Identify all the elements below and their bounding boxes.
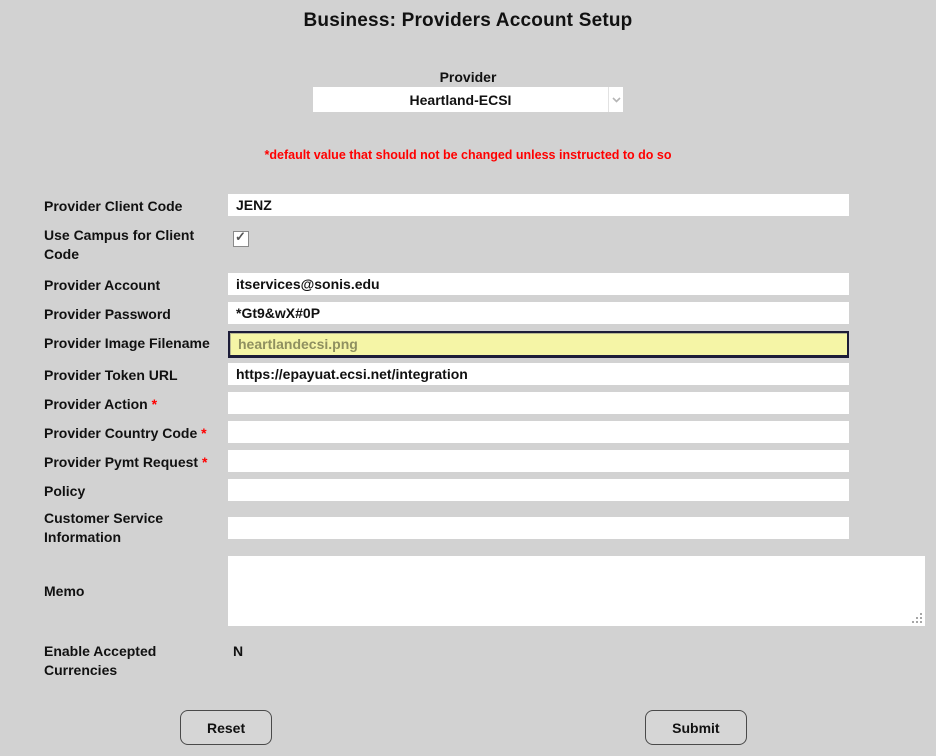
row-provider-client-code: Provider Client Code [44, 194, 936, 216]
required-asterisk: * [201, 425, 206, 441]
row-provider-country-code: Provider Country Code * [44, 421, 936, 443]
provider-select[interactable]: Heartland-ECSI [313, 87, 623, 112]
provider-image-filename-input[interactable] [228, 331, 849, 358]
row-provider-action: Provider Action * [44, 392, 936, 414]
memo-label: Memo [44, 582, 228, 601]
provider-pymt-request-label: Provider Pymt Request * [44, 450, 228, 472]
customer-service-input[interactable] [228, 517, 849, 539]
use-campus-label: Use Campus for Client Code [44, 223, 228, 269]
provider-pymt-request-input[interactable] [228, 450, 849, 472]
provider-action-input[interactable] [228, 392, 849, 414]
memo-field-wrap [228, 556, 925, 626]
policy-input[interactable] [228, 479, 849, 501]
form-buttons: Reset Submit [0, 710, 936, 745]
provider-token-url-label: Provider Token URL [44, 363, 228, 385]
use-campus-checkbox[interactable]: ✓ [233, 231, 249, 247]
provider-password-label: Provider Password [44, 302, 228, 324]
provider-image-filename-label: Provider Image Filename [44, 331, 228, 358]
default-value-warning: *default value that should not be change… [0, 148, 936, 162]
provider-country-code-label: Provider Country Code * [44, 421, 228, 443]
policy-label: Policy [44, 479, 228, 501]
customer-service-label: Customer Service Information [44, 509, 228, 547]
provider-select-label: Provider [0, 69, 936, 85]
row-provider-account: Provider Account [44, 273, 936, 295]
checkmark-icon: ✓ [235, 229, 246, 245]
required-asterisk: * [152, 396, 157, 412]
row-provider-pymt-request: Provider Pymt Request * [44, 450, 936, 472]
row-provider-token-url: Provider Token URL [44, 363, 936, 385]
row-customer-service: Customer Service Information [44, 508, 936, 548]
submit-button[interactable]: Submit [645, 710, 746, 745]
enable-currencies-label: Enable Accepted Currencies [44, 639, 228, 680]
row-provider-password: Provider Password [44, 302, 936, 324]
row-policy: Policy [44, 479, 936, 501]
provider-token-url-input[interactable] [228, 363, 849, 385]
provider-action-label: Provider Action * [44, 392, 228, 414]
row-memo: Memo [44, 556, 936, 626]
provider-account-label: Provider Account [44, 273, 228, 295]
page-title: Business: Providers Account Setup [0, 0, 936, 32]
provider-account-input[interactable] [228, 273, 849, 295]
provider-country-code-input[interactable] [228, 421, 849, 443]
provider-selected-value: Heartland-ECSI [313, 87, 608, 112]
provider-client-code-input[interactable] [228, 194, 849, 216]
providers-account-setup-page: Business: Providers Account Setup Provid… [0, 0, 936, 756]
required-asterisk: * [202, 454, 207, 470]
enable-currencies-value: N [228, 639, 243, 680]
reset-button[interactable]: Reset [180, 710, 272, 745]
row-enable-currencies: Enable Accepted Currencies N [44, 639, 936, 680]
provider-client-code-label: Provider Client Code [44, 194, 228, 216]
row-provider-image-filename: Provider Image Filename [44, 331, 936, 358]
chevron-down-icon [608, 87, 623, 112]
provider-account-form: Provider Client Code Use Campus for Clie… [44, 194, 936, 680]
provider-password-input[interactable] [228, 302, 849, 324]
row-use-campus: Use Campus for Client Code ✓ [44, 223, 936, 269]
memo-textarea[interactable] [228, 556, 925, 626]
